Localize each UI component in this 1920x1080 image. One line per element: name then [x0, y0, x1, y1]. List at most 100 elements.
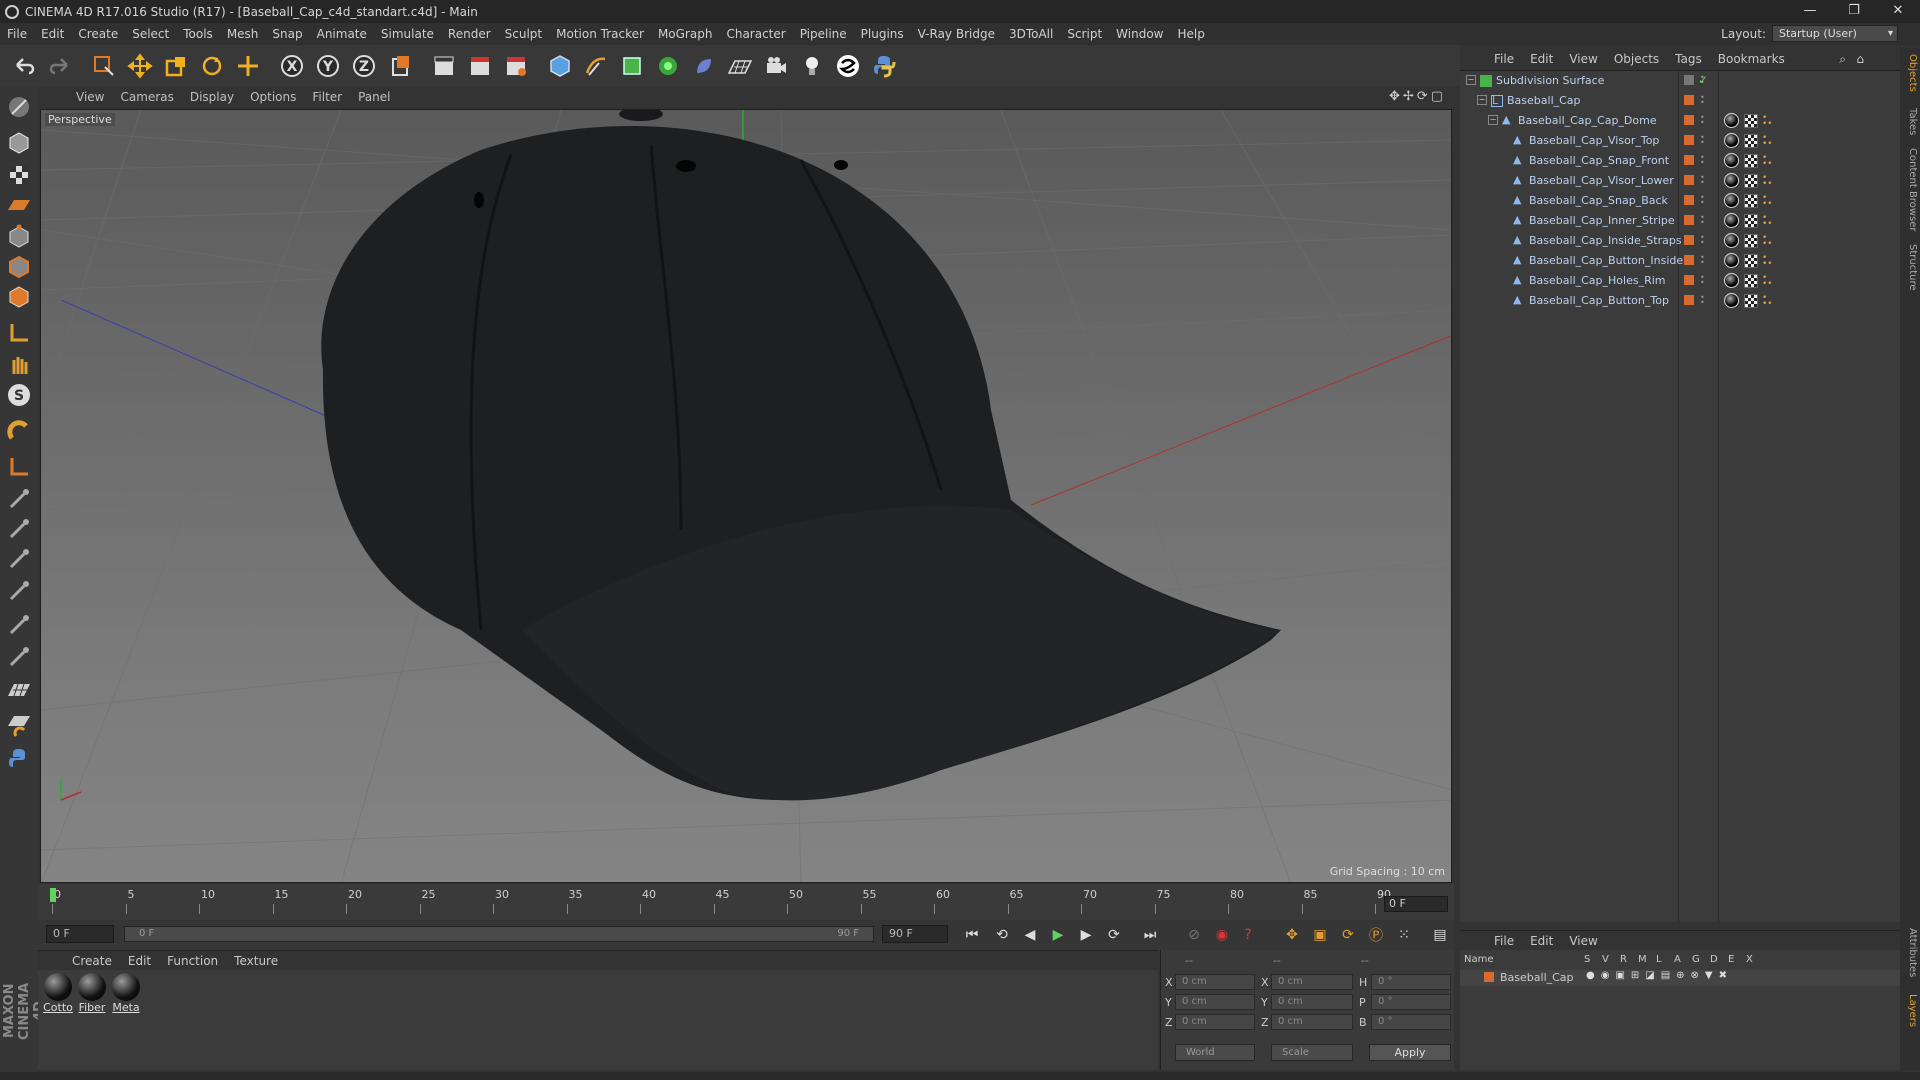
current-frame-field[interactable]: 0 F [1384, 896, 1448, 912]
object-row[interactable]: ▲ Baseball_Cap_Snap_Front • • • •• [1460, 151, 1900, 171]
x-axis-button[interactable]: X [276, 50, 308, 82]
viewport-menu-display[interactable]: Display [182, 90, 242, 104]
object-row[interactable]: − Subdivision Surface • • ✓ [1460, 71, 1900, 91]
object-row[interactable]: ▲ Baseball_Cap_Inside_Straps • • • •• [1460, 231, 1900, 251]
visibility-dots-icon[interactable]: • • [1700, 214, 1705, 227]
polygons-mode-tool[interactable] [4, 282, 34, 312]
python-button[interactable] [868, 50, 900, 82]
workplane-tool[interactable] [4, 190, 34, 220]
selection-tag-icon[interactable]: • •• [1762, 274, 1773, 289]
array-button[interactable] [652, 50, 684, 82]
position-y-field[interactable]: 0 cm [1175, 994, 1255, 1010]
material-tag-icon[interactable] [1724, 113, 1739, 128]
object-row[interactable]: ▲ Baseball_Cap_Visor_Top • • • •• [1460, 131, 1900, 151]
sculpt-tool-6[interactable] [4, 642, 34, 672]
layer-color-icon[interactable] [1684, 255, 1694, 265]
floor-button[interactable] [724, 50, 756, 82]
menu-file[interactable]: File [0, 27, 34, 41]
layer-row[interactable]: Baseball_Cap ●◉▣⊞◪▤⊕⊗▼✖ [1460, 970, 1900, 986]
layer-menu-view[interactable]: View [1561, 934, 1605, 948]
object-menu-tags[interactable]: Tags [1667, 52, 1710, 66]
visibility-dots-icon[interactable]: • • [1700, 114, 1705, 127]
visibility-dots-icon[interactable]: • • [1700, 154, 1705, 167]
selection-tag-icon[interactable]: • •• [1762, 254, 1773, 269]
size-y-field[interactable]: 0 cm [1271, 994, 1353, 1010]
previous-frame-button[interactable]: ◀ [1018, 924, 1042, 946]
object-menu-view[interactable]: View [1561, 52, 1605, 66]
texture-mode-tool[interactable] [4, 160, 34, 190]
object-row[interactable]: − L Baseball_Cap • • [1460, 91, 1900, 111]
sculpt-tool-4[interactable] [4, 576, 34, 606]
uvw-tag-icon[interactable] [1744, 154, 1758, 168]
layer-color-icon[interactable] [1684, 135, 1694, 145]
object-menu-bookmarks[interactable]: Bookmarks [1710, 52, 1793, 66]
uvw-tag-icon[interactable] [1744, 254, 1758, 268]
rotation-b-field[interactable]: 0 ° [1371, 1014, 1451, 1030]
perspective-viewport[interactable]: Perspective Grid Spacing : 10 cm [40, 109, 1452, 883]
cube-button[interactable] [544, 50, 576, 82]
selection-tag-icon[interactable]: • •• [1762, 194, 1773, 209]
material-tag-icon[interactable] [1724, 213, 1739, 228]
visibility-dots-icon[interactable]: • • [1700, 174, 1705, 187]
layer-color-icon[interactable] [1684, 275, 1694, 285]
material-menu-texture[interactable]: Texture [226, 954, 286, 968]
timeline-ruler[interactable]: 0 5 10 15 20 25 30 35 40 45 50 55 60 65 70 75 80 85 90 0 F [38, 884, 1454, 920]
key-pla-button[interactable]: ⁙ [1392, 924, 1416, 946]
render-picture-viewer-button[interactable] [464, 50, 496, 82]
selection-tag-icon[interactable]: • •• [1762, 174, 1773, 189]
object-search-icon[interactable]: ⌕ [1839, 52, 1846, 67]
rotation-p-field[interactable]: 0 ° [1371, 994, 1451, 1010]
position-z-field[interactable]: 0 cm [1175, 1014, 1255, 1030]
visibility-dots-icon[interactable]: • • [1700, 274, 1705, 287]
previous-key-button[interactable]: ⟲ [990, 924, 1014, 946]
grid-magnet-tool[interactable] [4, 710, 34, 740]
viewport-menu-cameras[interactable]: Cameras [112, 90, 181, 104]
menu-tools[interactable]: Tools [176, 27, 220, 41]
camera-button[interactable] [760, 50, 792, 82]
uvw-tag-icon[interactable] [1744, 194, 1758, 208]
position-x-field[interactable]: 0 cm [1175, 974, 1255, 990]
go-to-end-button[interactable]: ⏭ [1138, 924, 1162, 946]
object-menu-edit[interactable]: Edit [1522, 52, 1561, 66]
material-tag-icon[interactable] [1724, 293, 1739, 308]
object-row[interactable]: ▲ Baseball_Cap_Button_Inside • • • •• [1460, 251, 1900, 271]
sketch-button[interactable] [832, 50, 864, 82]
visibility-dots-icon[interactable]: • • [1700, 234, 1705, 247]
menu-snap[interactable]: Snap [265, 27, 309, 41]
menu-3dtoall[interactable]: 3DToAll [1002, 27, 1060, 41]
viewport-menu-options[interactable]: Options [242, 90, 304, 104]
uvw-tag-icon[interactable] [1744, 114, 1758, 128]
menu-character[interactable]: Character [719, 27, 792, 41]
menu-select[interactable]: Select [125, 27, 176, 41]
record-keys-button[interactable]: ⊘ [1182, 924, 1206, 946]
make-editable-tool[interactable] [4, 92, 34, 122]
layer-color-icon[interactable] [1684, 195, 1694, 205]
viewport-menu-filter[interactable]: Filter [304, 90, 350, 104]
start-frame-field[interactable]: 0 F [46, 925, 114, 943]
axis-mode-tool[interactable] [4, 318, 34, 348]
live-selection-button[interactable] [88, 50, 120, 82]
object-row[interactable]: ▲ Baseball_Cap_Holes_Rim • • • •• [1460, 271, 1900, 291]
move-button[interactable] [124, 50, 156, 82]
menu-motion-tracker[interactable]: Motion Tracker [549, 27, 651, 41]
next-key-button[interactable]: ⟳ [1102, 924, 1126, 946]
points-mode-tool[interactable] [4, 222, 34, 252]
enabled-check-icon[interactable]: ✓ [1698, 73, 1708, 87]
play-button[interactable]: ▶ [1046, 924, 1070, 946]
layer-flag-icons[interactable]: ●◉▣⊞◪▤⊕⊗▼✖ [1586, 970, 1733, 981]
visibility-dots-icon[interactable]: • • [1700, 134, 1705, 147]
key-rotation-button[interactable]: ⟳ [1336, 924, 1360, 946]
python-tool[interactable] [4, 744, 34, 774]
object-row[interactable]: ▲ Baseball_Cap_Snap_Back • • • •• [1460, 191, 1900, 211]
layer-color-icon[interactable] [1684, 155, 1694, 165]
material-cotton[interactable]: Cotto [42, 973, 74, 1014]
render-view-button[interactable] [428, 50, 460, 82]
material-tag-icon[interactable] [1724, 273, 1739, 288]
material-metal[interactable]: Meta [110, 973, 142, 1014]
maximize-button[interactable]: ❐ [1832, 0, 1876, 23]
apply-button[interactable]: Apply [1369, 1044, 1451, 1061]
fold-toggle-icon[interactable]: − [1466, 75, 1476, 85]
key-position-button[interactable]: ✥ [1280, 924, 1304, 946]
viewport-menu-view[interactable]: View [68, 90, 112, 104]
y-axis-button[interactable]: Y [312, 50, 344, 82]
